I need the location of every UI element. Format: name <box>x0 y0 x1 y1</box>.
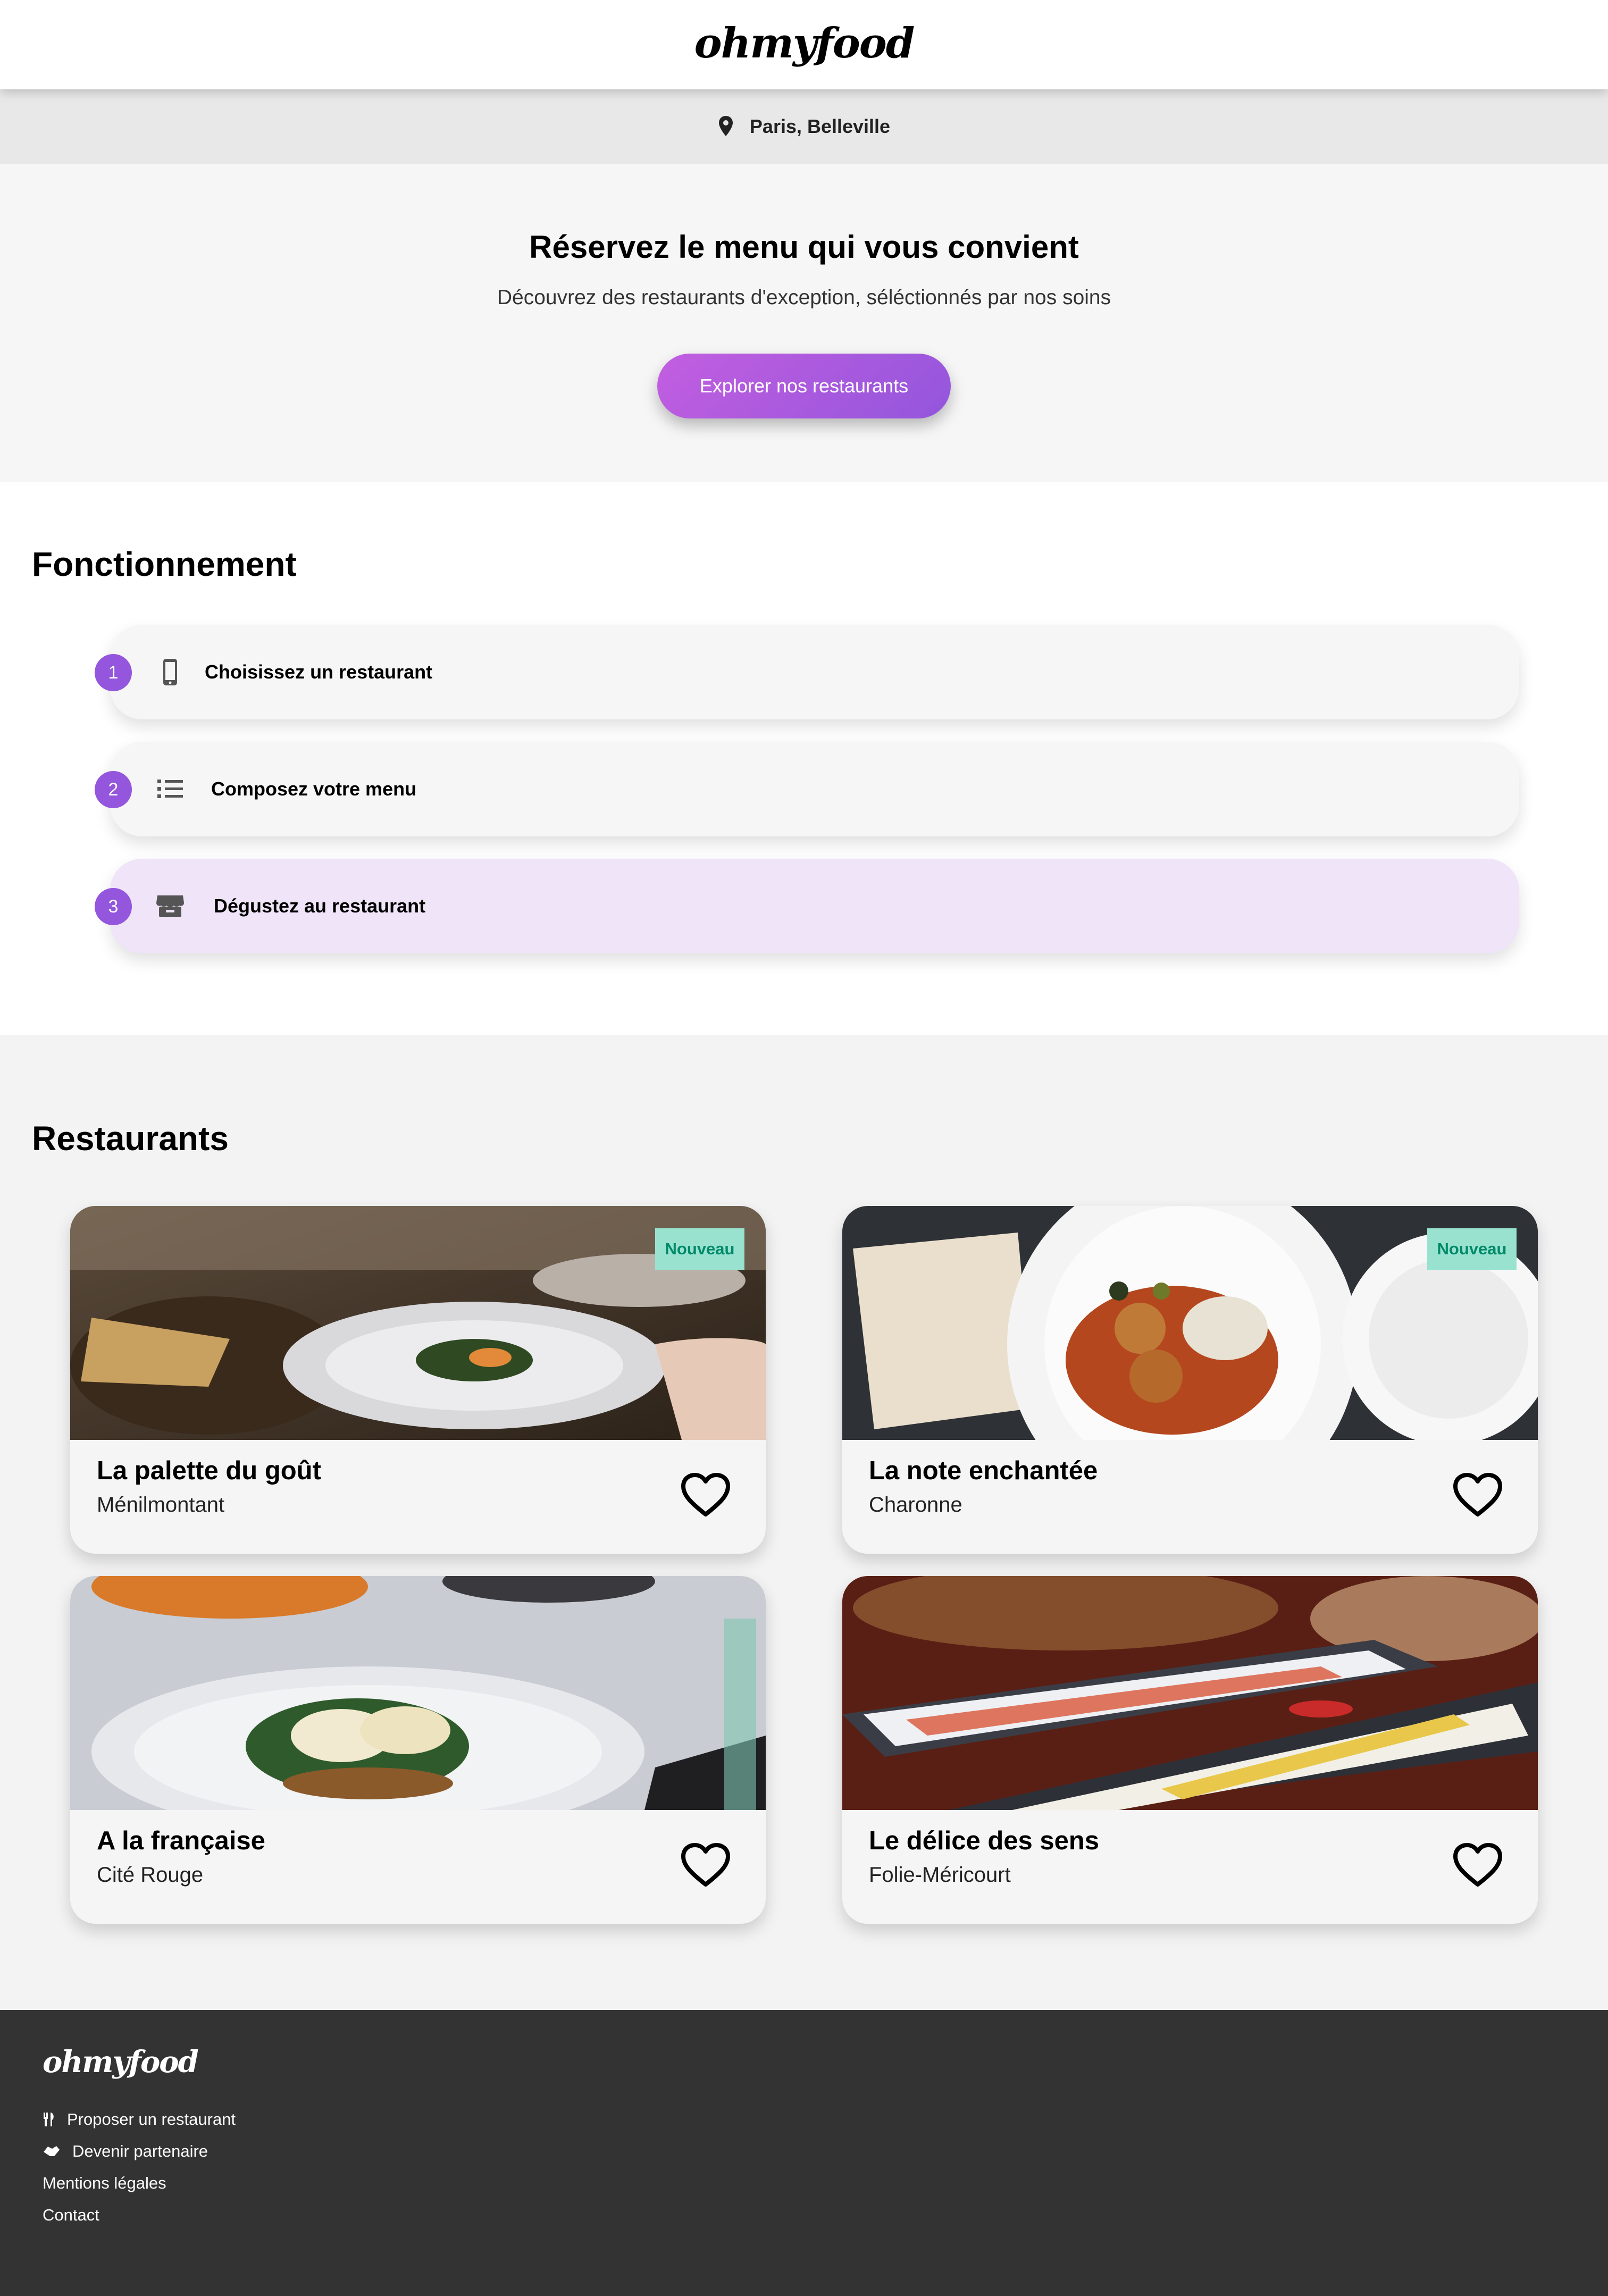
new-badge: Nouveau <box>1427 1228 1517 1270</box>
footer-link-label: Devenir partenaire <box>72 2142 208 2160</box>
sushi-platter-photo <box>842 1576 1538 1810</box>
hero-title: Réservez le menu qui vous convient <box>529 229 1079 265</box>
heart-icon[interactable] <box>1452 1472 1503 1519</box>
heart-icon[interactable] <box>1452 1842 1503 1889</box>
step-label-1: Choisissez un restaurant <box>205 661 433 683</box>
how-it-works-title: Fonctionnement <box>32 545 297 583</box>
site-header: ohmyfood <box>0 0 1608 89</box>
restaurant-card-3[interactable]: A la française Cité Rouge <box>70 1576 766 1924</box>
footer-link-label: Contact <box>43 2206 99 2224</box>
heart-icon[interactable] <box>680 1472 731 1519</box>
restaurant-name: La note enchantée <box>869 1456 1098 1485</box>
restaurant-location: Charonne <box>869 1493 962 1516</box>
step-number-3: 3 <box>95 888 132 925</box>
restaurant-card-2[interactable]: Nouveau La note enchantée Charonne <box>842 1206 1538 1554</box>
restaurant-location: Cité Rouge <box>97 1863 204 1887</box>
utensils-icon <box>44 2113 54 2126</box>
footer-logo[interactable]: ohmyfood <box>43 2044 199 2080</box>
restaurant-location: Folie-Méricourt <box>869 1863 1011 1887</box>
step-label-3: Dégustez au restaurant <box>214 895 426 917</box>
restaurant-card-4[interactable]: Le délice des sens Folie-Méricourt <box>842 1576 1538 1924</box>
hero-subtitle: Découvrez des restaurants d'exception, s… <box>497 286 1111 309</box>
list-icon <box>157 780 183 798</box>
hero-section: Réservez le menu qui vous convient Décou… <box>0 164 1608 482</box>
site-logo[interactable]: ohmyfood <box>0 19 1608 68</box>
step-number-1: 1 <box>95 654 132 691</box>
footer-link-legal[interactable]: Mentions légales <box>43 2174 166 2193</box>
handshake-icon <box>44 2146 60 2156</box>
new-badge: Nouveau <box>655 1228 744 1270</box>
footer-link-contact[interactable]: Contact <box>43 2206 99 2225</box>
restaurant-card-1[interactable]: Nouveau La palette du goût Ménilmontant <box>70 1206 766 1554</box>
heart-icon[interactable] <box>680 1842 731 1889</box>
eggs-benedict-photo <box>70 1576 766 1810</box>
step-number-2: 2 <box>95 771 132 808</box>
footer-link-label: Mentions légales <box>43 2174 166 2192</box>
footer-link-label: Proposer un restaurant <box>67 2110 236 2129</box>
step-label-2: Composez votre menu <box>211 778 417 800</box>
restaurants-title: Restaurants <box>32 1119 229 1158</box>
footer-link-become-partner[interactable]: Devenir partenaire <box>43 2142 208 2161</box>
store-icon <box>156 895 184 917</box>
location-text: Paris, Belleville <box>749 115 891 137</box>
footer-link-propose-restaurant[interactable]: Proposer un restaurant <box>43 2110 236 2129</box>
restaurant-name: A la française <box>97 1826 265 1855</box>
site-footer: ohmyfood Proposer un restaurant Devenir … <box>0 2010 1608 2296</box>
location-bar: Paris, Belleville <box>0 89 1608 164</box>
smartphone-icon <box>163 659 177 685</box>
restaurant-name: Le délice des sens <box>869 1826 1100 1855</box>
restaurant-location: Ménilmontant <box>97 1493 225 1516</box>
map-pin-icon <box>718 116 733 136</box>
explore-restaurants-button[interactable]: Explorer nos restaurants <box>657 354 951 418</box>
restaurant-name: La palette du goût <box>97 1456 321 1485</box>
